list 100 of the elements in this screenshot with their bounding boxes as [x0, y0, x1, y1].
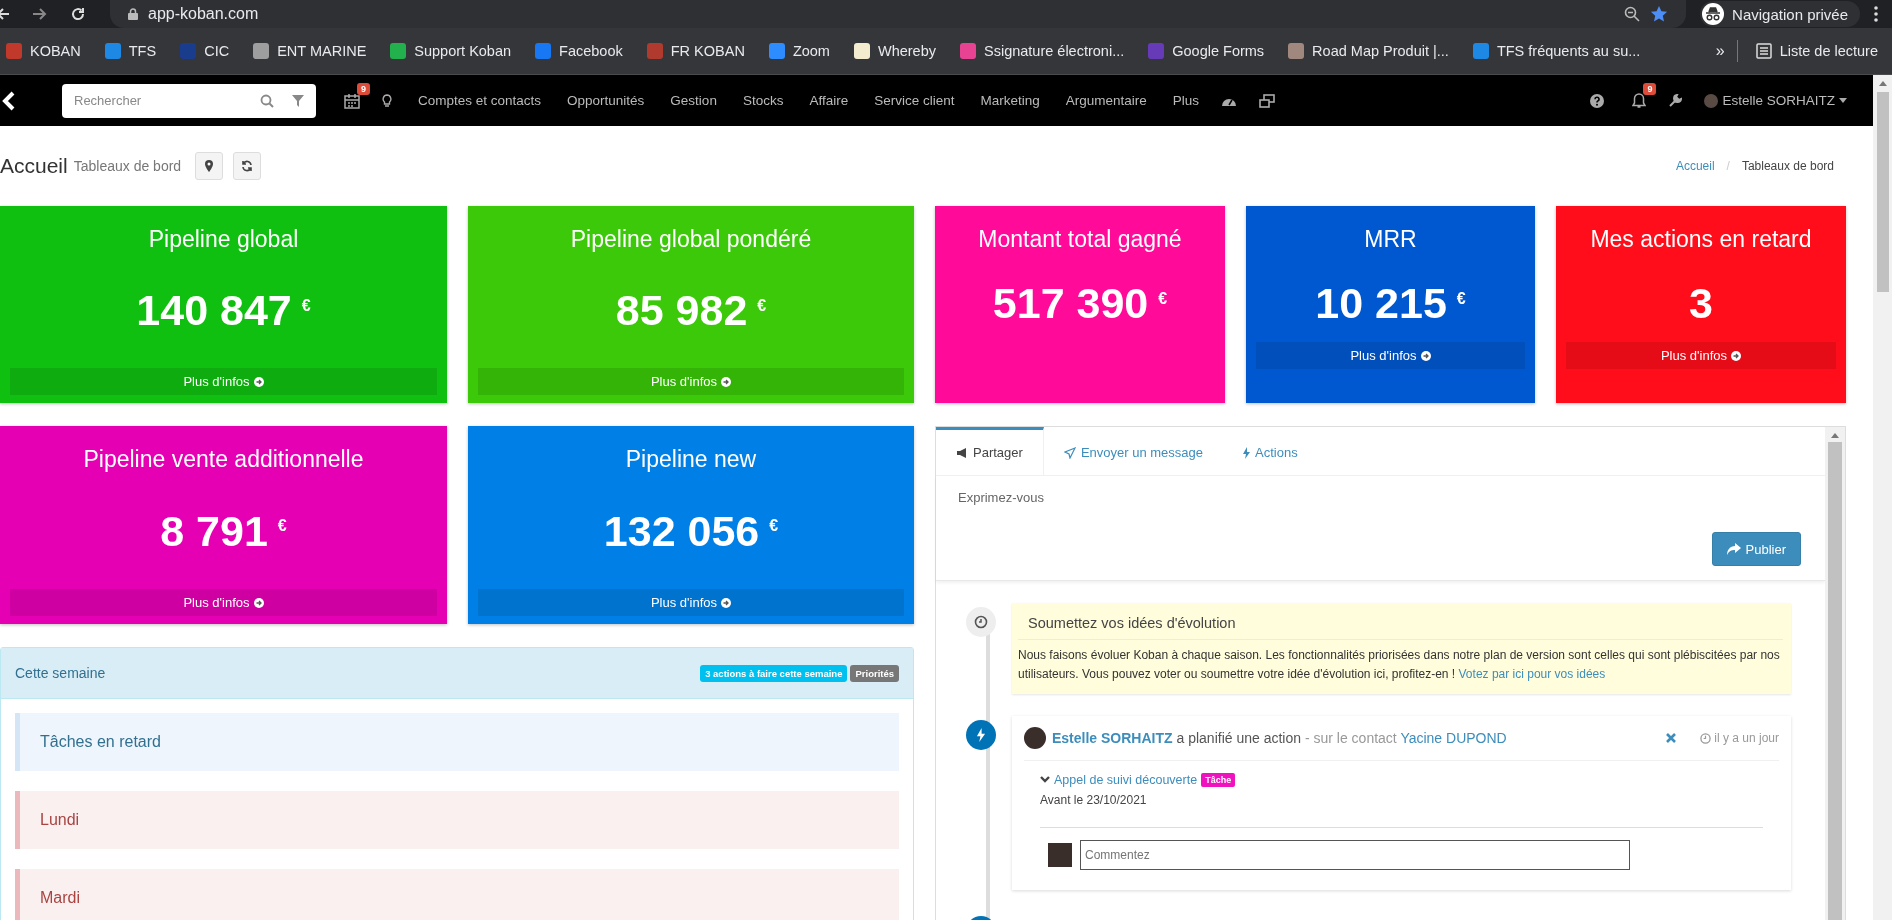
arrow-circle-icon [1731, 350, 1742, 361]
search-icon[interactable] [260, 93, 274, 108]
bookmark[interactable]: Google Forms [1142, 43, 1271, 59]
star-icon[interactable] [1650, 5, 1669, 23]
bell-icon[interactable] [1632, 92, 1647, 109]
card-value: 140 847 [136, 286, 292, 335]
incognito-badge[interactable]: Navigation privée [1700, 1, 1860, 27]
menu-item[interactable]: Opportunités [567, 93, 645, 108]
wrench-icon[interactable] [1668, 93, 1683, 108]
time-text: il y a un jour [1714, 731, 1779, 746]
scrollbar-thumb[interactable] [1876, 92, 1889, 292]
avatar [1024, 727, 1046, 750]
refresh-icon [241, 160, 254, 172]
bookmark[interactable]: Facebook [529, 43, 629, 59]
bolt-icon [966, 720, 996, 751]
activity-text: Estelle SORHAITZ a planifié une action - sur le contact Yacine DUPOND [1052, 730, 1507, 747]
caret-icon [1839, 98, 1847, 103]
list-icon [1755, 43, 1772, 59]
scroll-up-icon[interactable] [1831, 433, 1839, 438]
task-link[interactable]: Appel de suivi découverte [1040, 773, 1198, 788]
incognito-label: Navigation privée [1732, 5, 1848, 23]
scrollbar[interactable] [1825, 427, 1845, 920]
more-info-link[interactable]: Plus d'infos [478, 589, 904, 616]
menu-item[interactable]: Service client [874, 93, 955, 108]
bookmark[interactable]: FR KOBAN [640, 43, 751, 59]
bookmark[interactable]: TFS [98, 43, 163, 59]
user-menu[interactable]: Estelle SORHAITZ [1704, 93, 1847, 108]
avatar [1048, 843, 1072, 868]
vote-link[interactable]: Votez par ici pour vos idées [1458, 667, 1606, 682]
menu-item[interactable]: Affaire [809, 93, 849, 108]
card-title: Mes actions en retard [1590, 226, 1812, 253]
publish-button[interactable]: Publier [1711, 532, 1801, 566]
tab[interactable]: Envoyer un message [1043, 427, 1223, 475]
bookmark[interactable]: Support Koban [384, 43, 518, 59]
menu-item[interactable]: Comptes et contacts [418, 93, 542, 108]
windows-icon[interactable] [1259, 93, 1276, 108]
section-title: Mardi [40, 889, 80, 907]
currency-symbol: € [757, 296, 767, 315]
bookmark[interactable]: ENT MARINE [247, 43, 373, 59]
refresh-button[interactable] [233, 152, 262, 180]
more-icon[interactable] [1874, 6, 1878, 22]
page-subtitle: Tableaux de bord [73, 158, 182, 174]
breadcrumb-item[interactable]: Tableaux de bord [1741, 159, 1834, 173]
menu-item[interactable]: Stocks [742, 93, 784, 108]
panel-title: Cette semaine [15, 665, 106, 681]
card-title: Pipeline global pondéré [570, 226, 812, 253]
lightbulb-icon[interactable] [382, 93, 392, 108]
contact-link[interactable]: Yacine DUPOND [1400, 730, 1507, 747]
more-info-link[interactable]: Plus d'infos [10, 589, 437, 616]
deadline-text: Avant le 23/10/2021 [1040, 793, 1148, 808]
filter-icon[interactable] [292, 94, 304, 107]
reload-icon[interactable] [70, 6, 86, 22]
breadcrumb-item[interactable]: Accueil [1675, 159, 1715, 173]
scrollbar-thumb[interactable] [1828, 442, 1842, 920]
card-value: 10 215 [1315, 279, 1447, 328]
bookmark[interactable]: Zoom [762, 43, 836, 59]
scroll-up-icon[interactable] [1878, 81, 1887, 86]
card-value: 517 390 [992, 279, 1149, 328]
menu-item[interactable]: Argumentaire [1065, 93, 1147, 108]
calendar-icon[interactable] [344, 92, 360, 109]
menu-item[interactable]: Marketing [980, 93, 1040, 108]
back-icon[interactable] [0, 7, 10, 21]
bookmark[interactable]: KOBAN [0, 43, 87, 59]
label-badge: Priorités [850, 664, 899, 682]
menu-item[interactable]: Plus [1172, 93, 1200, 108]
more-info-link[interactable]: Plus d'infos [1256, 342, 1525, 369]
tab[interactable]: Actions [1223, 427, 1318, 475]
arrow-circle-icon [1420, 350, 1431, 361]
more-bookmarks-button[interactable]: » [1715, 42, 1725, 60]
bookmark[interactable]: Whereby [847, 43, 942, 59]
forward-icon[interactable] [32, 7, 48, 21]
card-title: Pipeline vente additionnelle [83, 446, 364, 473]
menu-item[interactable]: Gestion [670, 93, 717, 108]
bookmark[interactable]: Road Map Produit |... [1282, 43, 1455, 59]
clock-icon [1700, 732, 1712, 744]
bookmark[interactable]: Ssignature électroni... [954, 43, 1131, 59]
currency-symbol: € [769, 517, 779, 535]
card-title: Montant total gagné [978, 226, 1182, 253]
paper-plane-icon [1063, 446, 1076, 459]
card-title: Pipeline new [625, 446, 757, 473]
pin-button[interactable] [195, 152, 224, 180]
zoom-out-icon[interactable] [1624, 6, 1641, 22]
notification-badge: 9 [1643, 82, 1657, 95]
address-bar[interactable]: app-koban.com [110, 0, 1687, 28]
scrollbar[interactable] [1873, 75, 1892, 920]
close-icon[interactable] [1666, 733, 1677, 744]
tab[interactable]: Partager [936, 427, 1044, 475]
card-title: MRR [1364, 226, 1417, 253]
author-link[interactable]: Estelle SORHAITZ [1052, 730, 1173, 747]
lock-icon [128, 8, 138, 20]
more-info-link[interactable]: Plus d'infos [1566, 342, 1836, 369]
comment-field[interactable]: Commentez [1080, 840, 1630, 871]
help-icon[interactable] [1590, 93, 1605, 108]
card-title: Pipeline global [148, 226, 299, 253]
card-value: 8 791 [160, 506, 268, 556]
incognito-icon [1702, 3, 1725, 25]
search-field[interactable]: Rechercher [62, 83, 316, 118]
bookmark[interactable]: CIC [174, 43, 236, 59]
bookmark[interactable]: TFS fréquents au su... [1466, 43, 1647, 59]
reading-list-button[interactable]: Liste de lecture [1749, 43, 1884, 59]
